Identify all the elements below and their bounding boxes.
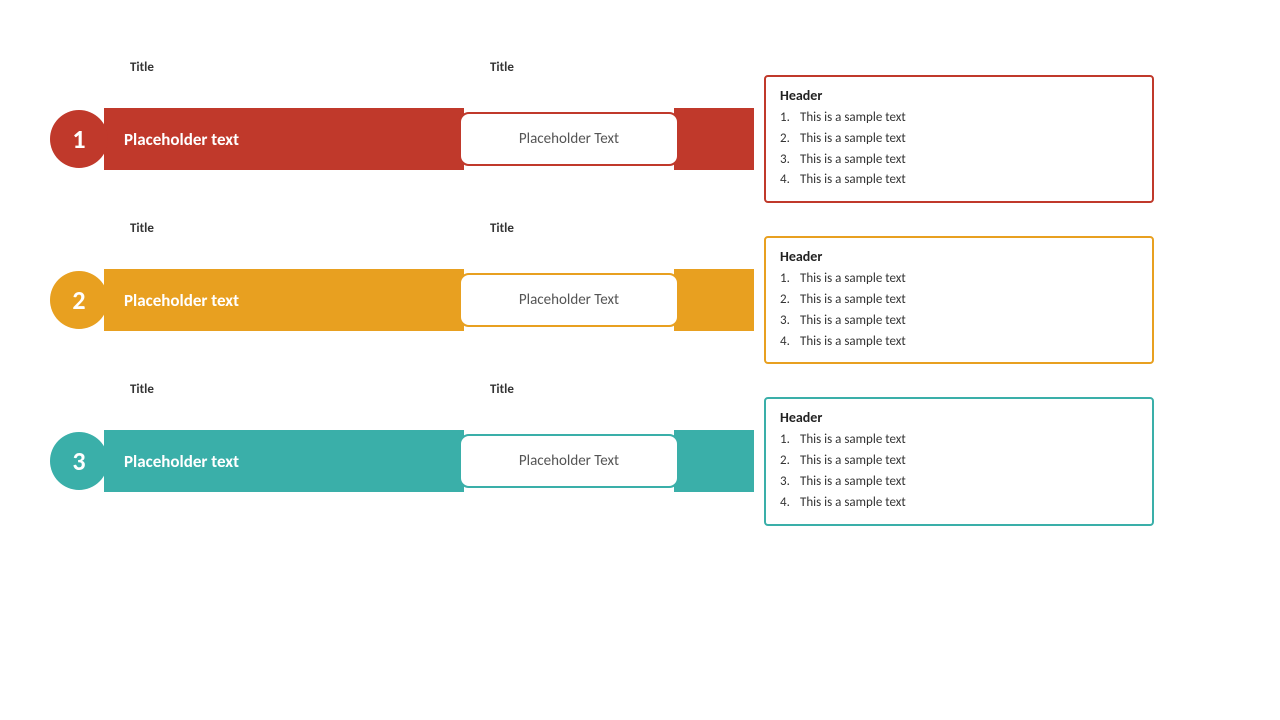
row-wrapper-1: TitleTitle 1 Placeholder text Placeholder T… bbox=[50, 60, 1230, 203]
rows-container: TitleTitle1Placeholder textPlaceholder T… bbox=[50, 60, 1230, 526]
arrow-rect-2: Placeholder text bbox=[104, 269, 464, 331]
info-header-1: Header bbox=[780, 87, 1138, 104]
middle-box-3: Placeholder Text bbox=[459, 434, 679, 488]
arrow-text-1: Placeholder text bbox=[124, 129, 239, 150]
arrow2-rect-3 bbox=[674, 430, 754, 492]
info-item-3-4: This is a sample text bbox=[780, 493, 1138, 514]
info-box-2: HeaderThis is a sample textThis is a sam… bbox=[764, 236, 1154, 364]
info-item-1-1: This is a sample text bbox=[780, 108, 1138, 129]
info-item-2-4: This is a sample text bbox=[780, 332, 1138, 353]
label-left-1: Title bbox=[50, 60, 480, 75]
row-3: 3 Placeholder text Placeholder Text Header T… bbox=[50, 397, 1230, 525]
info-item-2-3: This is a sample text bbox=[780, 311, 1138, 332]
info-box-1: HeaderThis is a sample textThis is a sam… bbox=[764, 75, 1154, 203]
info-item-1-4: This is a sample text bbox=[780, 170, 1138, 191]
arrow-rect-1: Placeholder text bbox=[104, 108, 464, 170]
info-item-3-2: This is a sample text bbox=[780, 451, 1138, 472]
row-wrapper-2: TitleTitle 2 Placeholder text Placeholder T… bbox=[50, 221, 1230, 364]
info-list-1: This is a sample textThis is a sample te… bbox=[780, 108, 1138, 191]
info-item-3-1: This is a sample text bbox=[780, 430, 1138, 451]
label-left-2: Title bbox=[50, 221, 480, 236]
arrow-rect-3: Placeholder text bbox=[104, 430, 464, 492]
info-list-2: This is a sample textThis is a sample te… bbox=[780, 269, 1138, 352]
slide: TitleTitle1Placeholder textPlaceholder T… bbox=[0, 0, 1280, 720]
label-middle-3: Title bbox=[480, 382, 740, 397]
number-circle-1: 1 bbox=[50, 110, 108, 168]
info-item-1-3: This is a sample text bbox=[780, 150, 1138, 171]
label-middle-1: Title bbox=[480, 60, 740, 75]
number-circle-2: 2 bbox=[50, 271, 108, 329]
info-item-3-3: This is a sample text bbox=[780, 472, 1138, 493]
info-header-2: Header bbox=[780, 248, 1138, 265]
label-left-3: Title bbox=[50, 382, 480, 397]
label-middle-2: Title bbox=[480, 221, 740, 236]
arrow-text-3: Placeholder text bbox=[124, 451, 239, 472]
label-group-1: TitleTitle bbox=[50, 60, 1230, 75]
arrow2-rect-2 bbox=[674, 269, 754, 331]
number-circle-3: 3 bbox=[50, 432, 108, 490]
info-item-1-2: This is a sample text bbox=[780, 129, 1138, 150]
arrow-text-2: Placeholder text bbox=[124, 290, 239, 311]
info-list-3: This is a sample textThis is a sample te… bbox=[780, 430, 1138, 513]
row-wrapper-3: TitleTitle 3 Placeholder text Placeholder T… bbox=[50, 382, 1230, 525]
info-item-2-1: This is a sample text bbox=[780, 269, 1138, 290]
middle-box-2: Placeholder Text bbox=[459, 273, 679, 327]
label-group-2: TitleTitle bbox=[50, 221, 1230, 236]
label-group-3: TitleTitle bbox=[50, 382, 1230, 397]
row-1: 1 Placeholder text Placeholder Text Header T… bbox=[50, 75, 1230, 203]
row-2: 2 Placeholder text Placeholder Text Header T… bbox=[50, 236, 1230, 364]
info-item-2-2: This is a sample text bbox=[780, 290, 1138, 311]
arrow2-rect-1 bbox=[674, 108, 754, 170]
info-box-3: HeaderThis is a sample textThis is a sam… bbox=[764, 397, 1154, 525]
info-header-3: Header bbox=[780, 409, 1138, 426]
middle-box-1: Placeholder Text bbox=[459, 112, 679, 166]
